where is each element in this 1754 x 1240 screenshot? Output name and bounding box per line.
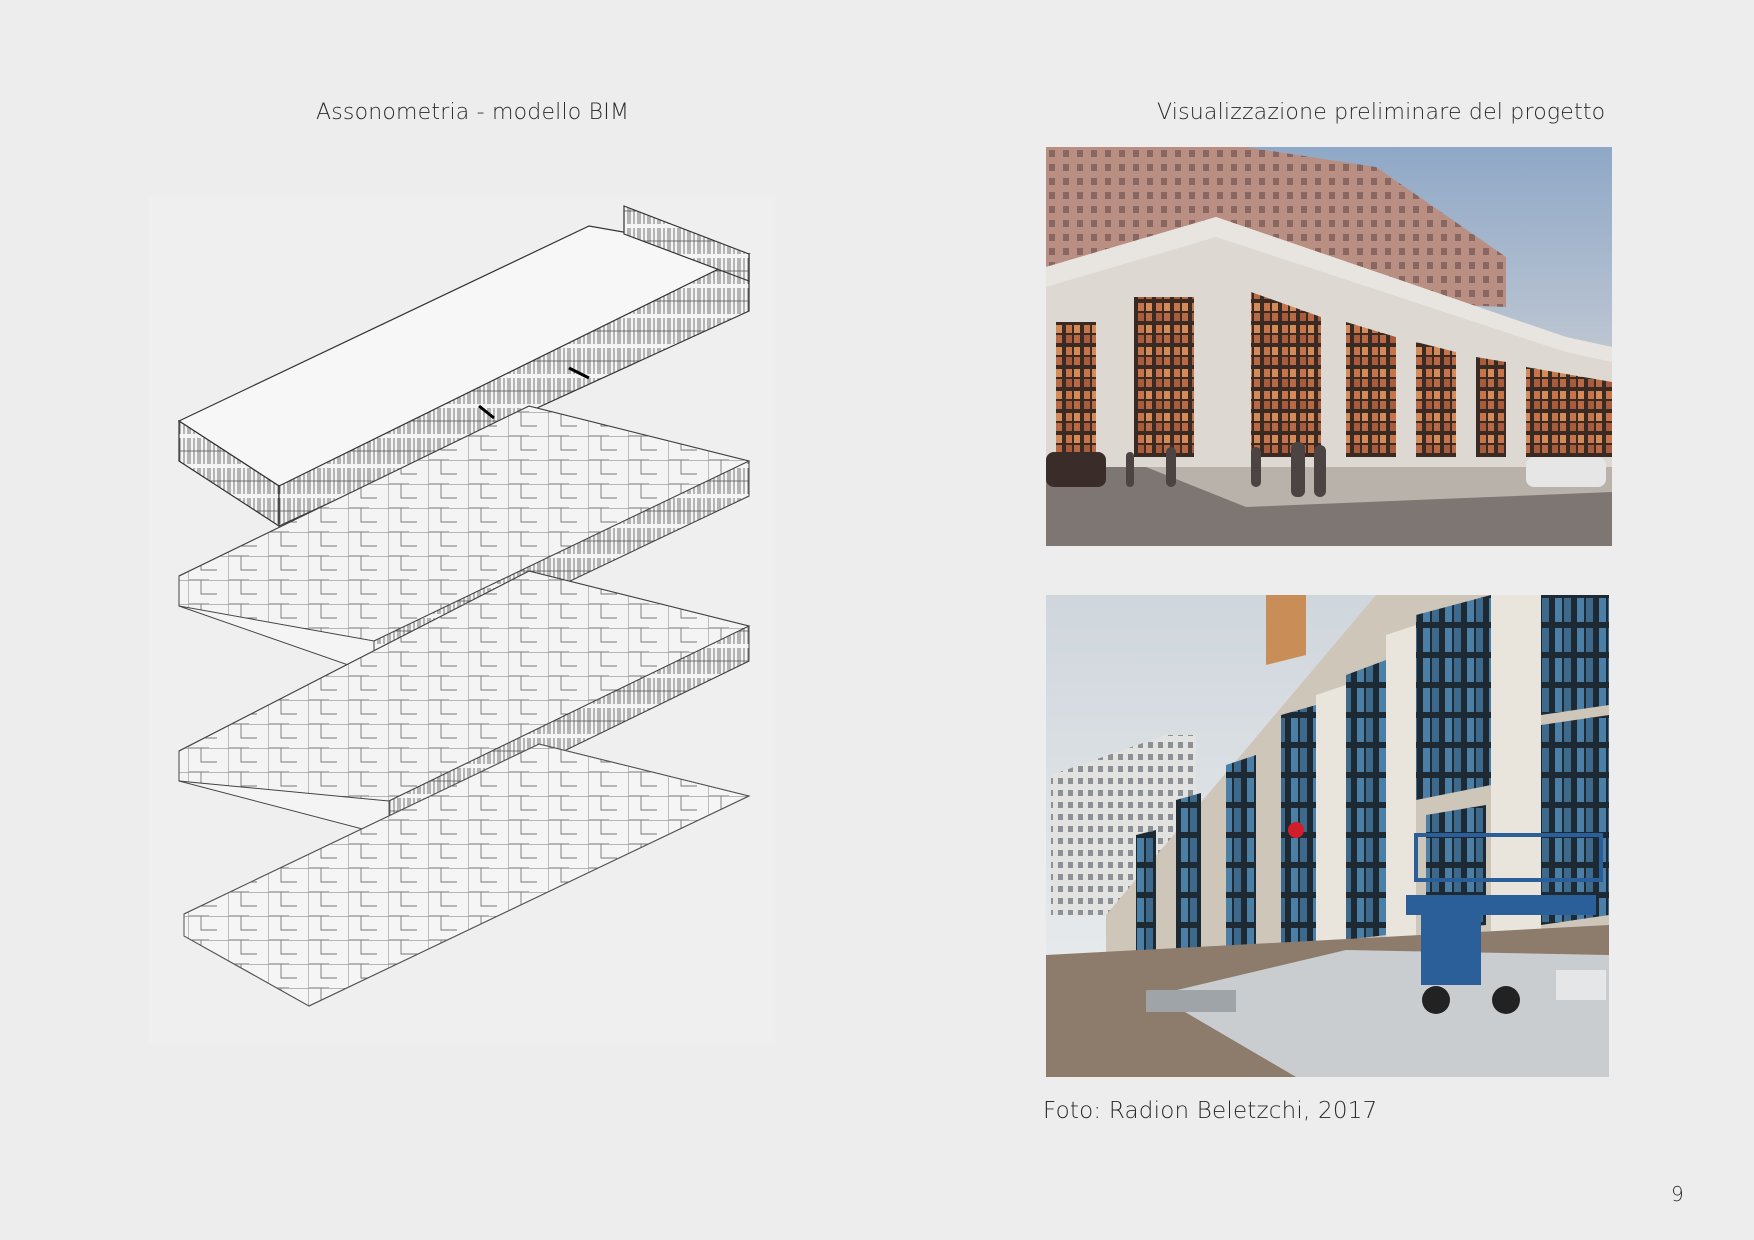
project-rendering-image [1046, 147, 1612, 546]
photo-credit: Foto: Radion Beletzchi, 2017 [1043, 1098, 1378, 1124]
bim-axonometric-image [149, 196, 775, 1044]
page-number: 9 [1671, 1182, 1684, 1206]
render-caption: Visualizzazione preliminare del progetto [1157, 100, 1606, 125]
bim-caption: Assonometria - modello BIM [316, 100, 630, 125]
construction-photo-image [1046, 595, 1609, 1077]
